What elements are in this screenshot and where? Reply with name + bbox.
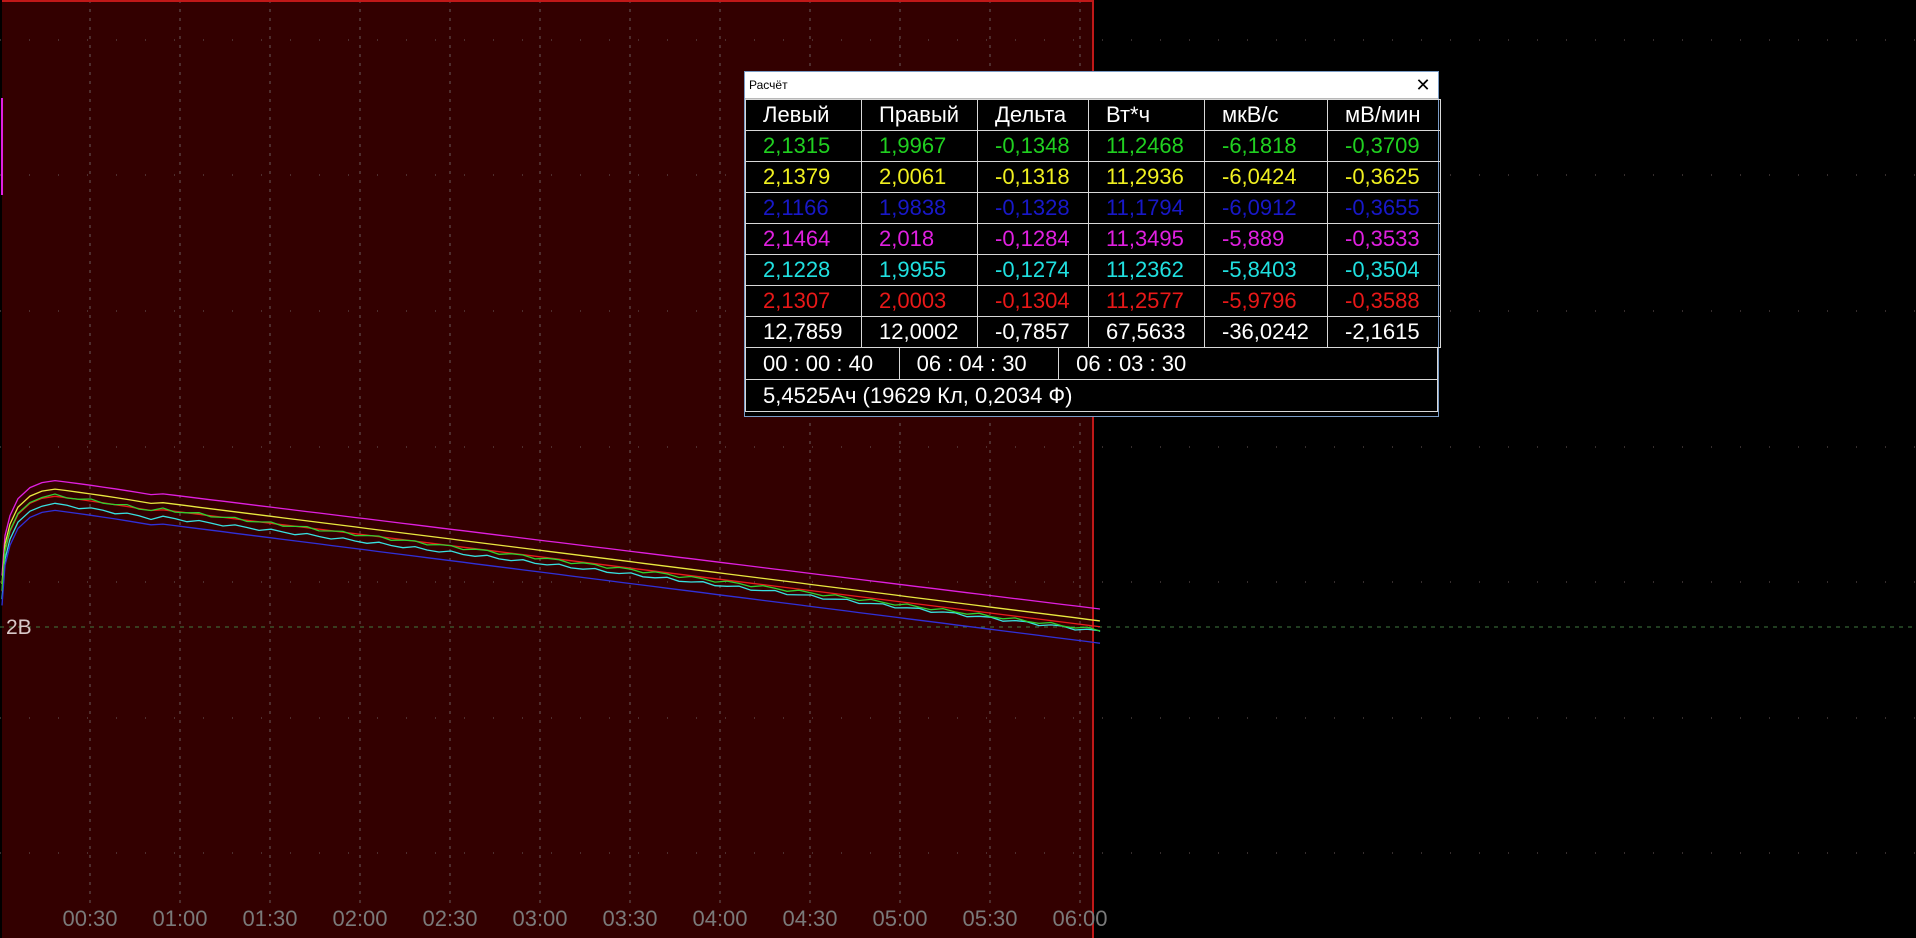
x-tick-label: 04:30 [782,906,837,931]
cell-delta: -0,7857 [977,316,1089,348]
x-tick-label: 03:30 [602,906,657,931]
cell-uv-per-s: -6,0424 [1204,161,1328,193]
x-tick-label: 00:30 [62,906,117,931]
cell-wh: 11,2577 [1088,285,1205,317]
cell-left: 2,1315 [745,130,862,162]
x-tick-label: 05:30 [962,906,1017,931]
cell-right: 2,0061 [861,161,978,193]
header-left: Левый [745,99,862,131]
time-cell-3: 06 : 03 : 30 [1076,351,1187,376]
x-tick-label: 01:00 [152,906,207,931]
cell-delta: -0,1328 [977,192,1089,224]
calc-row: 2,1228 1,9955 -0,1274 11,2362 -5,8403 -0,3504 [745,254,1441,286]
calc-table: Левый Правый Дельта Вт*ч мкВ/с мВ/мин 2,… [745,99,1441,348]
time-cell-2: 06 : 04 : 30 [900,348,1060,380]
x-tick-label: 06:00 [1052,906,1107,931]
calc-row: 2,1166 1,9838 -0,1328 11,1794 -6,0912 -0,3655 [745,192,1441,224]
cell-mv-per-min: -0,3625 [1327,161,1441,193]
cell-left: 2,1307 [745,285,862,317]
cell-right: 12,0002 [861,316,978,348]
cell-mv-per-min: -2,1615 [1327,316,1441,348]
cell-right: 1,9838 [861,192,978,224]
cell-uv-per-s: -5,8403 [1204,254,1328,286]
cell-right: 1,9967 [861,130,978,162]
x-tick-label: 01:30 [242,906,297,931]
cell-wh: 11,2362 [1088,254,1205,286]
cell-delta: -0,1284 [977,223,1089,255]
cell-left: 2,1464 [745,223,862,255]
cell-wh: 67,5633 [1088,316,1205,348]
cell-mv-per-min: -0,3709 [1327,130,1441,162]
header-mv-per-min: мВ/мин [1327,99,1441,131]
cell-left: 2,1228 [745,254,862,286]
cell-wh: 11,2936 [1088,161,1205,193]
cell-left: 2,1379 [745,161,862,193]
x-tick-label: 03:00 [512,906,567,931]
cell-right: 2,0003 [861,285,978,317]
calc-window[interactable]: Расчёт ✕ Левый Правый Дельта Вт*ч мкВ/с … [744,71,1441,417]
time-cell-1: 00 : 00 : 40 [746,348,900,380]
cell-delta: -0,1348 [977,130,1089,162]
cell-uv-per-s: -5,9796 [1204,285,1328,317]
calc-row: 2,1315 1,9967 -0,1348 11,2468 -6,1818 -0,3709 [745,130,1441,162]
cell-right: 1,9955 [861,254,978,286]
x-tick-label: 02:30 [422,906,477,931]
cell-wh: 11,3495 [1088,223,1205,255]
cell-delta: -0,1304 [977,285,1089,317]
calc-row: 2,1307 2,0003 -0,1304 11,2577 -5,9796 -0,3588 [745,285,1441,317]
x-tick-label: 02:00 [332,906,387,931]
cell-wh: 11,1794 [1088,192,1205,224]
close-icon[interactable]: ✕ [1410,74,1436,96]
cell-uv-per-s: -6,1818 [1204,130,1328,162]
cell-delta: -0,1274 [977,254,1089,286]
calc-row: 2,1379 2,0061 -0,1318 11,2936 -6,0424 -0,3625 [745,161,1441,193]
cell-mv-per-min: -0,3655 [1327,192,1441,224]
header-uv-per-s: мкВ/с [1204,99,1328,131]
cell-left: 12,7859 [745,316,862,348]
time-row: 00 : 00 : 40 06 : 04 : 30 06 : 03 : 30 [745,348,1438,380]
header-delta: Дельта [977,99,1089,131]
charge-summary: 5,4525Ач (19629 Кл, 0,2034 Ф) [745,380,1438,412]
calc-header-row: Левый Правый Дельта Вт*ч мкВ/с мВ/мин [745,99,1441,131]
cell-right: 2,018 [861,223,978,255]
calc-window-titlebar[interactable]: Расчёт ✕ [745,72,1438,98]
calc-window-body: Левый Правый Дельта Вт*ч мкВ/с мВ/мин 2,… [745,98,1441,416]
header-right: Правый [861,99,978,131]
calc-row: 12,7859 12,0002 -0,7857 67,5633 -36,0242 -2,1… [745,316,1441,348]
x-tick-label: 05:00 [872,906,927,931]
cell-uv-per-s: -5,889 [1204,223,1328,255]
header-wh: Вт*ч [1088,99,1205,131]
cell-uv-per-s: -6,0912 [1204,192,1328,224]
cell-mv-per-min: -0,3588 [1327,285,1441,317]
cell-mv-per-min: -0,3533 [1327,223,1441,255]
cell-mv-per-min: -0,3504 [1327,254,1441,286]
cell-delta: -0,1318 [977,161,1089,193]
voltage-marker-label: 2В [6,616,32,639]
calc-window-title: Расчёт [749,78,788,92]
calc-row: 2,1464 2,018 -0,1284 11,3495 -5,889 -0,3533 [745,223,1441,255]
cell-uv-per-s: -36,0242 [1204,316,1328,348]
cell-wh: 11,2468 [1088,130,1205,162]
x-tick-label: 04:00 [692,906,747,931]
cell-left: 2,1166 [745,192,862,224]
